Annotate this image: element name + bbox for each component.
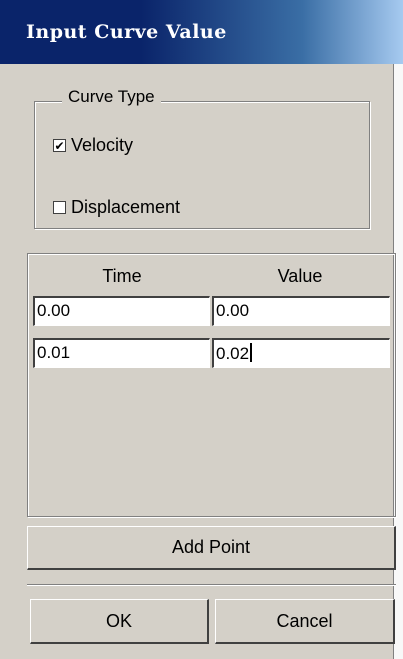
button-separator bbox=[27, 584, 396, 586]
text-caret bbox=[250, 343, 253, 362]
time-cell-row-1[interactable]: 0.00 bbox=[33, 296, 210, 326]
displacement-checkbox-label: Displacement bbox=[71, 197, 181, 217]
velocity-checkbox[interactable]: ✔ Velocity bbox=[53, 135, 133, 156]
cancel-button[interactable]: Cancel bbox=[215, 599, 395, 644]
curve-type-legend: Curve Type bbox=[62, 87, 161, 107]
window-title: Input Curve Value bbox=[26, 21, 227, 43]
value-cell-row-1[interactable]: 0.00 bbox=[212, 296, 390, 326]
velocity-checkbox-box[interactable]: ✔ bbox=[53, 139, 66, 152]
time-column-header: Time bbox=[102, 266, 142, 286]
value-column-header: Value bbox=[277, 266, 323, 286]
displacement-checkbox[interactable]: Displacement bbox=[53, 197, 180, 218]
value-cell-row-2[interactable]: 0.02 bbox=[212, 338, 390, 368]
curve-points-panel bbox=[27, 253, 396, 517]
add-point-button[interactable]: Add Point bbox=[27, 526, 396, 570]
time-cell-row-2[interactable]: 0.01 bbox=[33, 338, 210, 368]
velocity-checkbox-label: Velocity bbox=[71, 135, 134, 155]
input-curve-value-dialog: Input Curve Value Curve Type ✔ Velocity … bbox=[0, 0, 403, 659]
title-bar[interactable]: Input Curve Value bbox=[0, 0, 403, 64]
displacement-checkbox-box[interactable] bbox=[53, 201, 66, 214]
ok-button[interactable]: OK bbox=[30, 599, 209, 644]
value-cell-row-2-text: 0.02 bbox=[216, 344, 250, 363]
